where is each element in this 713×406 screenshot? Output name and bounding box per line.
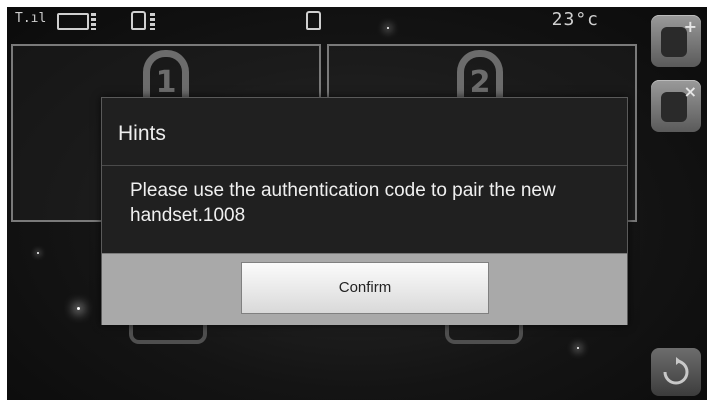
- handset-slot-icon: 1: [143, 50, 189, 104]
- handset-lock-icon: [131, 11, 146, 30]
- handset-slot-icon: 2: [457, 50, 503, 104]
- add-handset-button[interactable]: +: [651, 15, 701, 67]
- handset-level-icon: [150, 13, 155, 30]
- refresh-icon: [663, 357, 689, 385]
- temperature-readout: 23°c: [551, 9, 599, 30]
- star-decoration: [77, 307, 80, 310]
- dialog-message: Please use the authentication code to pa…: [130, 180, 556, 226]
- battery-level-icon: [91, 13, 96, 30]
- handset-lock-icon: [306, 11, 321, 30]
- battery-icon: [57, 13, 89, 30]
- signal-icon: T.ıl: [15, 11, 47, 26]
- hints-dialog: Hints Please use the authentication code…: [101, 97, 628, 325]
- dialog-footer: Confirm: [102, 253, 627, 325]
- star-decoration: [37, 252, 39, 254]
- plus-icon: +: [683, 17, 697, 36]
- dialog-divider: [102, 165, 627, 166]
- confirm-button[interactable]: Confirm: [241, 262, 489, 314]
- close-icon: ×: [683, 82, 697, 101]
- refresh-button[interactable]: [651, 348, 701, 396]
- dialog-title: Hints: [118, 122, 166, 145]
- status-bar: T.ıl 23°c: [7, 7, 647, 33]
- device-screen: T.ıl 23°c 1 2 + × Hints Please use the a…: [7, 7, 707, 400]
- star-decoration: [577, 347, 579, 349]
- remove-handset-button[interactable]: ×: [651, 80, 701, 132]
